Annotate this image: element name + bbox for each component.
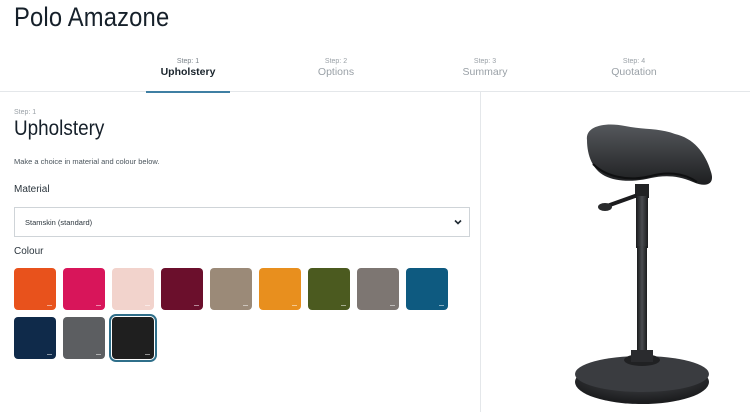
colour-swatch[interactable] bbox=[109, 314, 157, 362]
colour-swatch[interactable] bbox=[259, 268, 301, 310]
colour-swatch[interactable] bbox=[112, 268, 154, 310]
panel-divider bbox=[480, 92, 481, 412]
colour-swatch[interactable] bbox=[63, 268, 105, 310]
step-label: Summary bbox=[462, 66, 508, 78]
step-quotation-tab[interactable]: Step: 4 Quotation bbox=[592, 56, 676, 92]
step-options-tab[interactable]: Step: 2 Options bbox=[294, 56, 378, 92]
step-number: Step: 3 bbox=[473, 58, 497, 65]
colour-label: Colour bbox=[14, 246, 44, 257]
colour-swatch[interactable] bbox=[161, 268, 203, 310]
page-title: Polo Amazone bbox=[14, 2, 170, 32]
section-title: Upholstery bbox=[14, 117, 105, 140]
step-summary-tab[interactable]: Step: 3 Summary bbox=[443, 56, 527, 92]
swatch-label-mark bbox=[96, 305, 101, 306]
swatch-label-mark bbox=[47, 354, 52, 355]
step-label: Options bbox=[317, 66, 355, 78]
step-number: Step: 4 bbox=[622, 58, 646, 65]
step-navigation: Step: 1 Upholstery Step: 2 Options Step:… bbox=[0, 56, 750, 93]
step-label: Quotation bbox=[611, 66, 657, 78]
step-number: Step: 1 bbox=[176, 58, 200, 65]
swatch-label-mark bbox=[47, 305, 52, 306]
colour-swatch[interactable] bbox=[14, 317, 56, 359]
chevron-down-icon bbox=[454, 219, 462, 225]
colour-swatch[interactable] bbox=[406, 268, 448, 310]
swatch-label-mark bbox=[292, 305, 297, 306]
section-step-number: Step: 1 bbox=[14, 109, 37, 116]
swatch-label-mark bbox=[341, 305, 346, 306]
step-upholstery-tab[interactable]: Step: 1 Upholstery bbox=[146, 56, 230, 93]
swatch-label-mark bbox=[194, 305, 199, 306]
colour-swatch[interactable] bbox=[308, 268, 350, 310]
material-label: Material bbox=[14, 184, 50, 195]
swatch-label-mark bbox=[243, 305, 248, 306]
swatch-label-mark bbox=[96, 354, 101, 355]
active-step-indicator bbox=[146, 91, 230, 93]
saddle-stool-image bbox=[575, 124, 713, 404]
step-label: Upholstery bbox=[160, 66, 216, 78]
step-number: Step: 2 bbox=[324, 58, 348, 65]
swatch-label-mark bbox=[390, 305, 395, 306]
swatch-label-mark bbox=[145, 305, 150, 306]
material-selected-value: Stamskin (standard) bbox=[25, 218, 93, 227]
swatch-label-mark bbox=[439, 305, 444, 306]
material-select[interactable]: Stamskin (standard) bbox=[14, 207, 470, 237]
colour-swatch[interactable] bbox=[357, 268, 399, 310]
section-description: Make a choice in material and colour bel… bbox=[14, 157, 160, 166]
colour-swatch[interactable] bbox=[63, 317, 105, 359]
colour-swatch[interactable] bbox=[210, 268, 252, 310]
colour-swatch[interactable] bbox=[14, 268, 56, 310]
swatch-label-mark bbox=[145, 354, 150, 355]
